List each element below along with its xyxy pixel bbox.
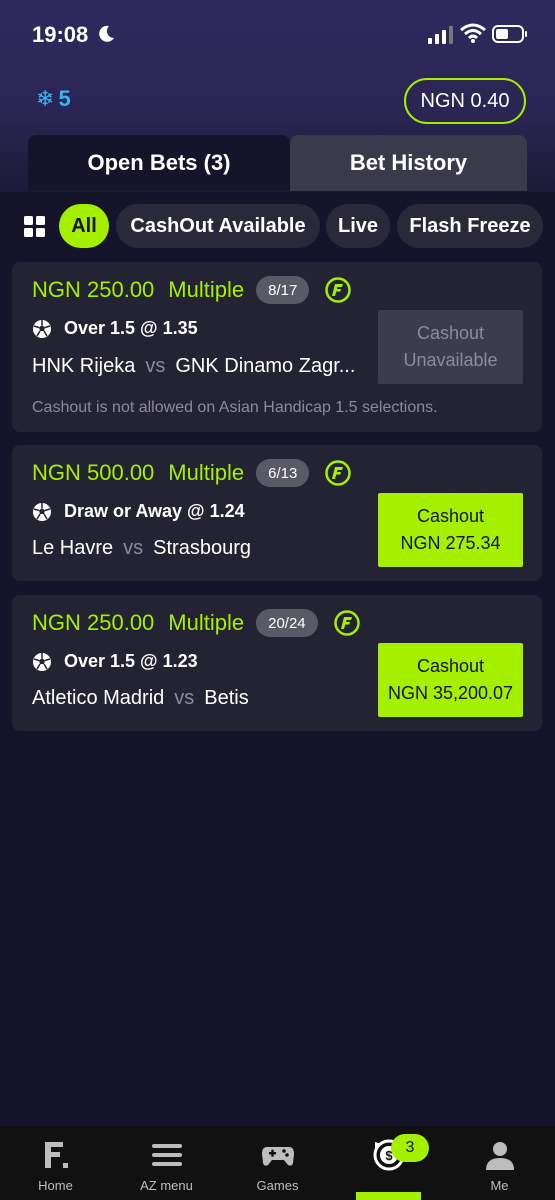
signal-icon bbox=[428, 26, 453, 44]
status-time: 19:08 bbox=[32, 22, 89, 47]
tab-open-bets[interactable]: Open Bets (3) bbox=[28, 135, 290, 191]
tab-bet-history[interactable]: Bet History bbox=[290, 135, 527, 191]
bottom-navigation: Home AZ menu Games $ 3 Me bbox=[0, 1126, 555, 1200]
status-bar: 19:08 bbox=[0, 0, 555, 70]
vs-label: vs bbox=[174, 687, 195, 709]
menu-icon bbox=[151, 1144, 182, 1166]
legs-badge: 20/24 bbox=[256, 609, 318, 637]
filter-bar: All CashOut Available Live Flash Freeze bbox=[0, 204, 555, 248]
nav-me[interactable]: Me bbox=[444, 1126, 555, 1200]
bet-stake: NGN 500.00 bbox=[32, 460, 155, 485]
home-team: HNK Rijeka bbox=[32, 355, 136, 377]
bet-card[interactable]: NGN 250.00 Multiple 20/24 Over 1.5 @ 1.2… bbox=[12, 595, 542, 731]
match-teams: Atletico Madrid vs Betis bbox=[32, 687, 372, 710]
cashout-amount: NGN 35,200.07 bbox=[387, 683, 514, 703]
away-team: Betis bbox=[204, 687, 249, 709]
selection-label: Draw or Away @ 1.24 bbox=[64, 501, 245, 521]
flash-freeze-counter[interactable]: ❄ 5 bbox=[36, 86, 71, 112]
bets-tabs: Open Bets (3) Bet History bbox=[28, 135, 527, 191]
selection-row: Over 1.5 @ 1.35 bbox=[32, 318, 198, 339]
selection-label: Over 1.5 @ 1.23 bbox=[64, 651, 198, 671]
bet-type: Multiple bbox=[168, 277, 245, 302]
home-team: Le Havre bbox=[32, 537, 114, 559]
bet-header: NGN 250.00 Multiple 20/24 bbox=[32, 609, 360, 637]
grid-view-icon[interactable] bbox=[24, 216, 46, 238]
wifi-icon bbox=[460, 23, 486, 43]
football-icon bbox=[33, 319, 51, 338]
cashout-note: Cashout is not allowed on Asian Handicap… bbox=[32, 399, 438, 416]
cashout-button[interactable]: Cashout NGN 35,200.07 bbox=[378, 643, 523, 717]
flash-freeze-logo-icon bbox=[325, 277, 352, 303]
selection-row: Over 1.5 @ 1.23 bbox=[32, 651, 198, 672]
balance-pill[interactable]: NGN 0.40 bbox=[404, 78, 526, 124]
user-icon bbox=[485, 1142, 514, 1170]
match-teams: HNK Rijeka vs GNK Dinamo Zagr... bbox=[32, 355, 372, 378]
cashout-label: Cashout bbox=[416, 323, 485, 343]
nav-cashout[interactable]: $ 3 bbox=[333, 1126, 444, 1200]
vs-label: vs bbox=[123, 537, 144, 559]
bet-type: Multiple bbox=[168, 610, 245, 635]
flash-freeze-logo-icon bbox=[325, 460, 352, 486]
bet-stake: NGN 250.00 bbox=[32, 610, 155, 635]
cashout-status: Unavailable bbox=[403, 350, 498, 370]
cashout-button[interactable]: Cashout NGN 275.34 bbox=[378, 493, 523, 567]
active-tab-indicator bbox=[356, 1192, 421, 1200]
bet-header: NGN 250.00 Multiple 8/17 bbox=[32, 276, 352, 304]
nav-az-menu[interactable]: AZ menu bbox=[111, 1126, 222, 1200]
legs-badge: 8/17 bbox=[256, 276, 310, 304]
match-teams: Le Havre vs Strasbourg bbox=[32, 537, 372, 560]
freeze-count: 5 bbox=[58, 86, 71, 111]
nav-label: Me bbox=[490, 1178, 509, 1193]
bet-stake: NGN 250.00 bbox=[32, 277, 155, 302]
gamepad-icon bbox=[261, 1147, 294, 1166]
legs-badge: 6/13 bbox=[256, 459, 310, 487]
vs-label: vs bbox=[145, 355, 166, 377]
snowflake-icon: ❄ bbox=[36, 86, 55, 111]
nav-games[interactable]: Games bbox=[222, 1126, 333, 1200]
filter-live[interactable]: Live bbox=[326, 204, 390, 248]
nav-label: AZ menu bbox=[140, 1178, 193, 1193]
filter-all[interactable]: All bbox=[59, 204, 109, 248]
home-logo-icon bbox=[44, 1142, 68, 1168]
cashout-unavailable-button: Cashout Unavailable bbox=[378, 310, 523, 384]
football-icon bbox=[33, 502, 51, 521]
cashout-label: Cashout bbox=[416, 656, 485, 676]
home-team: Atletico Madrid bbox=[32, 687, 165, 709]
away-team: Strasbourg bbox=[153, 537, 251, 559]
open-bets-count-badge: 3 bbox=[391, 1134, 429, 1162]
bet-card[interactable]: NGN 250.00 Multiple 8/17 Over 1.5 @ 1.35… bbox=[12, 262, 542, 432]
nav-label: Games bbox=[256, 1178, 299, 1193]
flash-freeze-logo-icon bbox=[333, 610, 360, 636]
moon-icon bbox=[99, 25, 114, 42]
filter-flash-freeze[interactable]: Flash Freeze bbox=[397, 204, 543, 248]
filter-cashout-available[interactable]: CashOut Available bbox=[116, 204, 320, 248]
cashout-label: Cashout bbox=[416, 506, 485, 526]
nav-home[interactable]: Home bbox=[0, 1126, 111, 1200]
battery-icon bbox=[492, 25, 527, 43]
football-icon bbox=[33, 652, 51, 671]
bet-header: NGN 500.00 Multiple 6/13 bbox=[32, 459, 352, 487]
cashout-amount: NGN 275.34 bbox=[400, 533, 501, 553]
selection-row: Draw or Away @ 1.24 bbox=[32, 501, 245, 522]
bet-card[interactable]: NGN 500.00 Multiple 6/13 Draw or Away @ … bbox=[12, 445, 542, 581]
bet-type: Multiple bbox=[168, 460, 245, 485]
selection-label: Over 1.5 @ 1.35 bbox=[64, 318, 198, 338]
away-team: GNK Dinamo Zagr... bbox=[175, 355, 356, 377]
nav-label: Home bbox=[38, 1178, 73, 1193]
